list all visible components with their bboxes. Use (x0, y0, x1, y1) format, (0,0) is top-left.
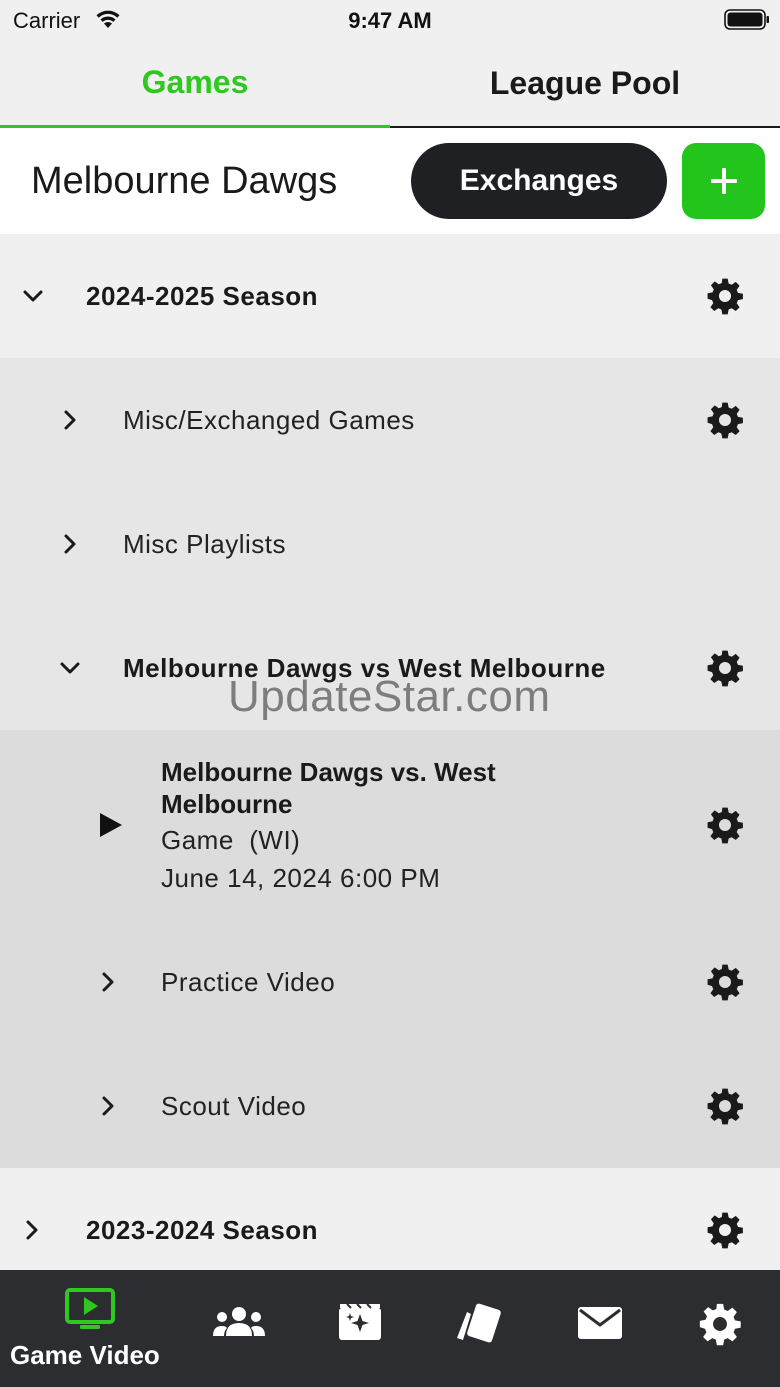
team-icon (213, 1307, 265, 1336)
season-label: 2024-2025 Season (86, 281, 319, 311)
chevron-down-icon[interactable] (59, 657, 81, 679)
folder-label: Scout Video (161, 1091, 307, 1121)
folder-row-scout-video[interactable]: Scout Video (0, 1044, 780, 1168)
tab-league-pool[interactable]: League Pool (390, 40, 780, 128)
season-row-2024[interactable]: 2024-2025 Season (0, 234, 780, 358)
chevron-right-icon[interactable] (59, 409, 81, 431)
watermark-text: UpdateStar.com (228, 672, 551, 721)
add-button[interactable] (682, 143, 765, 219)
game-date: June 14, 2024 6:00 PM (161, 863, 441, 893)
nav-highlights[interactable] (335, 1270, 387, 1387)
folder-row-misc-playlists[interactable]: Misc Playlists (0, 482, 780, 606)
chevron-right-icon[interactable] (59, 533, 81, 555)
chevron-right-icon[interactable] (97, 971, 119, 993)
status-bar: Carrier 9:47 AM (0, 0, 780, 40)
nav-cards[interactable] (455, 1270, 505, 1387)
tab-games[interactable]: Games (0, 40, 390, 128)
nav-label: Game Video (10, 1340, 160, 1370)
top-tab-bar: Games League Pool (0, 40, 780, 128)
play-icon[interactable] (99, 812, 123, 838)
highlights-icon (339, 1303, 381, 1340)
chevron-right-icon[interactable] (97, 1095, 119, 1117)
chevron-right-icon[interactable] (21, 1219, 43, 1241)
folder-label: Misc/Exchanged Games (123, 405, 415, 435)
battery-icon (724, 9, 769, 30)
chevron-down-icon[interactable] (22, 285, 44, 307)
plus-icon (710, 168, 737, 194)
game-title: Melbourne Dawgs vs. West Melbourne (161, 757, 496, 819)
gear-icon[interactable] (706, 401, 744, 439)
nav-mail[interactable] (575, 1270, 625, 1387)
folder-label: Misc Playlists (123, 529, 287, 559)
folder-row-practice-video[interactable]: Practice Video (0, 920, 780, 1044)
exchanges-button[interactable]: Exchanges (411, 143, 667, 219)
status-time: 9:47 AM (348, 8, 432, 33)
game-row[interactable]: Melbourne Dawgs vs. West Melbourne Game … (0, 730, 780, 920)
nav-team[interactable] (210, 1270, 270, 1387)
settings-icon (699, 1303, 741, 1346)
season-row-2023[interactable]: 2023-2024 Season (0, 1168, 780, 1270)
team-name: Melbourne Dawgs (31, 160, 338, 202)
season-label: 2023-2024 Season (86, 1215, 319, 1245)
bottom-nav: Game Video (0, 1270, 780, 1387)
game-video-icon (65, 1288, 115, 1329)
nav-settings[interactable] (695, 1270, 745, 1387)
team-header: Melbourne Dawgs Exchanges (0, 128, 780, 234)
nav-game-video[interactable]: Game Video (0, 1270, 180, 1387)
gear-icon[interactable] (706, 1087, 744, 1125)
cards-icon (457, 1303, 501, 1343)
folder-row-misc-exchanged[interactable]: Misc/Exchanged Games (0, 358, 780, 482)
gear-icon[interactable] (706, 1211, 744, 1249)
game-type: Game (WI) (161, 825, 301, 855)
gear-icon[interactable] (706, 963, 744, 1001)
gear-icon[interactable] (706, 649, 744, 687)
gear-icon[interactable] (706, 806, 744, 844)
gear-icon[interactable] (706, 277, 744, 315)
folder-label: Practice Video (161, 967, 336, 997)
mail-icon (578, 1307, 622, 1339)
